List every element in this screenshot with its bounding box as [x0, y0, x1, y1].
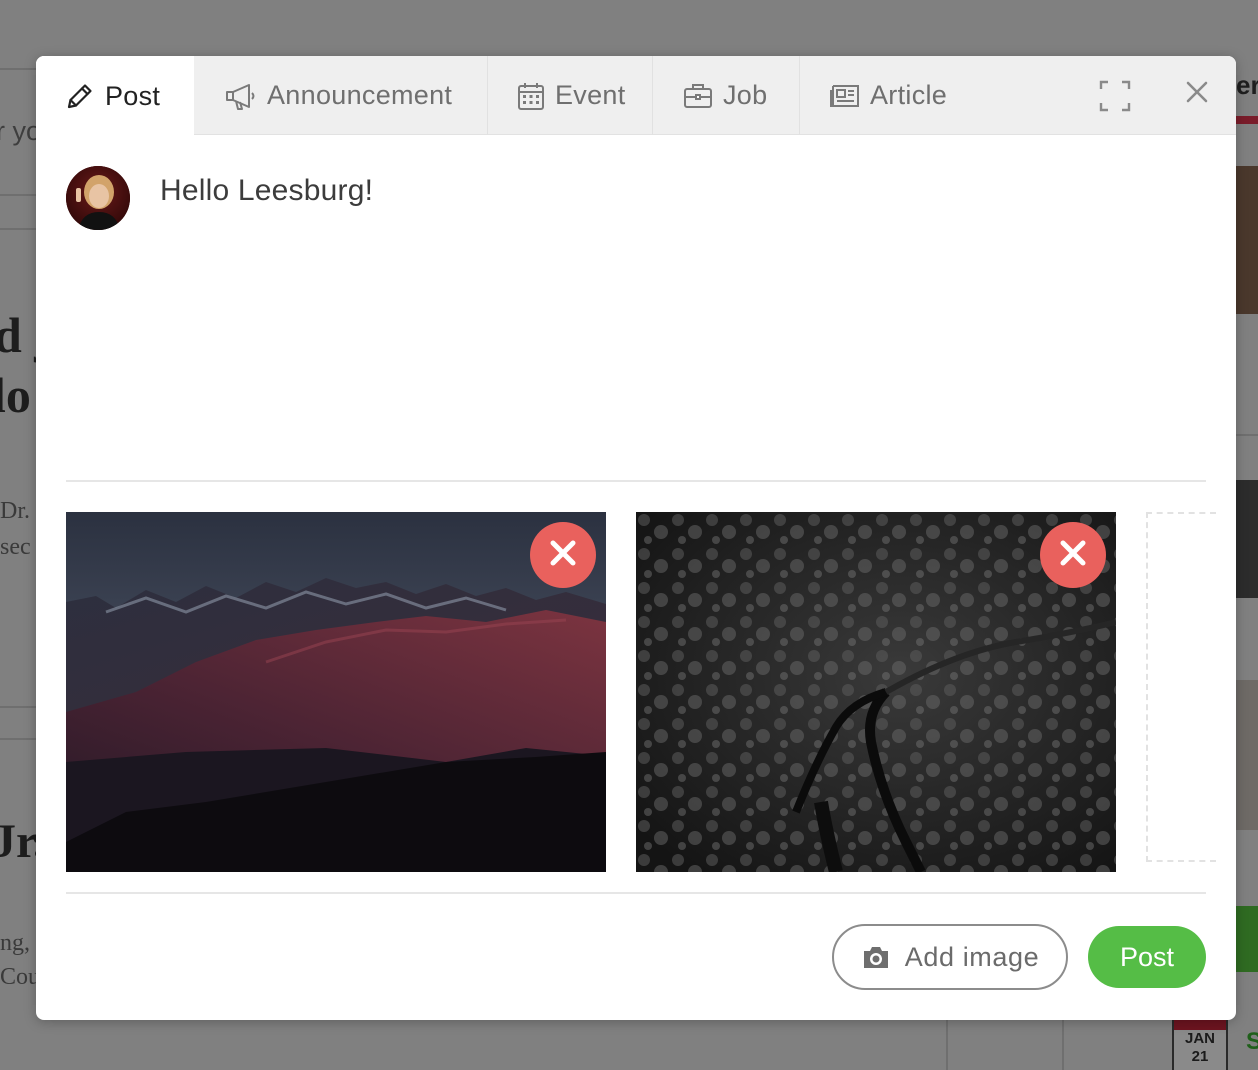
post-type-tabbar: Post Announcement Event Job Article — [36, 56, 1236, 136]
bg-text-fragment: ng, — [0, 930, 30, 956]
bg-divider — [0, 228, 40, 230]
bg-divider — [0, 68, 40, 70]
newspaper-icon — [828, 83, 860, 109]
tab-job[interactable]: Job — [653, 56, 800, 135]
bg-photo — [1236, 166, 1258, 314]
add-image-label: Add image — [904, 941, 1040, 972]
pencil-icon — [65, 81, 95, 111]
expand-button[interactable] — [1098, 79, 1132, 113]
camera-icon — [861, 944, 891, 970]
briefcase-icon — [683, 82, 713, 110]
post-button[interactable]: Post — [1088, 926, 1206, 988]
tab-label: Job — [723, 80, 768, 110]
bg-headline-fragment: lo — [0, 367, 31, 423]
remove-image-button[interactable] — [1040, 522, 1106, 588]
attached-image — [636, 512, 1116, 872]
close-button[interactable] — [1184, 79, 1210, 105]
add-image-button[interactable]: Add image — [832, 924, 1068, 990]
bg-photo — [1236, 480, 1258, 598]
tab-label: Post — [105, 80, 161, 111]
user-avatar — [66, 166, 130, 230]
tab-post[interactable]: Post — [36, 56, 194, 136]
bg-divider — [1062, 1020, 1064, 1070]
divider — [66, 892, 1206, 894]
close-icon — [1184, 81, 1210, 109]
megaphone-icon — [225, 81, 257, 111]
remove-image-button[interactable] — [530, 522, 596, 588]
bg-calendar-bar — [1174, 1020, 1226, 1030]
image-drop-zone[interactable] — [1146, 512, 1216, 862]
mountain-photo — [66, 512, 606, 872]
tab-label: Announcement — [267, 80, 453, 110]
remove-icon — [548, 538, 578, 573]
bg-divider — [0, 194, 40, 196]
tab-announcement[interactable]: Announcement — [194, 56, 488, 135]
remove-icon — [1058, 538, 1088, 573]
bg-accent-bar — [1236, 116, 1258, 124]
bg-divider — [0, 738, 40, 740]
attached-image — [66, 512, 606, 872]
bg-text-fragment: S — [1246, 1028, 1258, 1055]
divider — [66, 480, 1206, 482]
bg-divider — [0, 706, 40, 708]
tab-label: Event — [555, 80, 626, 110]
expand-icon — [1098, 80, 1132, 117]
tab-event[interactable]: Event — [488, 56, 653, 135]
bg-divider — [1236, 434, 1258, 436]
bg-text-fragment: Dr. — [0, 498, 30, 524]
bg-photo — [1236, 680, 1258, 830]
bg-green-button — [1236, 906, 1258, 972]
bg-calendar-month: JAN — [1184, 1030, 1215, 1047]
post-text-input[interactable]: Hello Leesburg! — [160, 174, 373, 208]
bg-text-fragment: er — [1236, 70, 1258, 100]
bg-calendar-badge: JAN 21 — [1172, 1018, 1228, 1070]
create-post-modal: Post Announcement Event Job Article Hell… — [36, 56, 1236, 1020]
tab-label: Article — [870, 80, 948, 110]
bg-text-fragment: r yo — [0, 116, 42, 146]
bg-calendar-day: 21 — [1191, 1048, 1209, 1065]
calendar-icon — [517, 81, 545, 111]
bg-text-fragment: sec — [0, 534, 31, 560]
bg-text-fragment: Cou — [0, 964, 41, 990]
bg-divider — [946, 1020, 948, 1070]
tab-article[interactable]: Article — [800, 56, 1000, 135]
